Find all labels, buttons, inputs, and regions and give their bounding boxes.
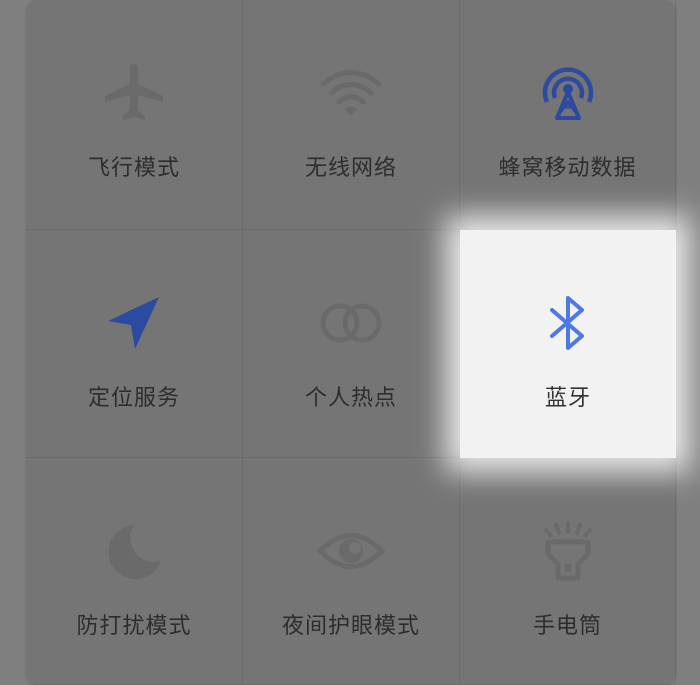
flashlight-toggle[interactable]: 手电筒	[460, 458, 676, 685]
cellular-data-toggle[interactable]: 蜂窝移动数据	[460, 0, 676, 230]
location-services-toggle[interactable]: 定位服务	[26, 230, 243, 458]
tile-label: 无线网络	[304, 156, 397, 181]
tile-label: 蓝牙	[544, 386, 591, 411]
toggle-grid: 飞行模式 无线网络 蜂窝移动数据 定位服务 个人热点 蓝牙 防打扰模式 夜间护眼…	[26, 0, 676, 685]
tile-label: 手电筒	[532, 614, 602, 639]
personal-hotspot-toggle[interactable]: 个人热点	[243, 230, 460, 458]
tile-label: 定位服务	[87, 386, 180, 411]
wifi-icon	[316, 62, 386, 124]
tile-label: 夜间护眼模式	[281, 614, 420, 639]
hotspot-link-icon	[316, 292, 386, 354]
do-not-disturb-toggle[interactable]: 防打扰模式	[26, 458, 243, 685]
moon-icon	[99, 520, 169, 582]
eye-icon	[316, 520, 386, 582]
airplane-mode-toggle[interactable]: 飞行模式	[26, 0, 243, 230]
bluetooth-icon	[533, 292, 603, 354]
flashlight-icon	[533, 520, 603, 582]
tile-label: 防打扰模式	[76, 614, 192, 639]
airplane-icon	[99, 62, 169, 124]
tile-label: 蜂窝移动数据	[498, 156, 637, 181]
location-arrow-icon	[99, 292, 169, 354]
wifi-toggle[interactable]: 无线网络	[243, 0, 460, 230]
cellular-tower-icon	[533, 62, 603, 124]
bluetooth-toggle[interactable]: 蓝牙	[460, 230, 676, 458]
night-eye-care-toggle[interactable]: 夜间护眼模式	[243, 458, 460, 685]
quick-settings-panel: 飞行模式 无线网络 蜂窝移动数据 定位服务 个人热点 蓝牙 防打扰模式 夜间护眼…	[26, 0, 676, 685]
tile-label: 个人热点	[304, 386, 397, 411]
tile-label: 飞行模式	[87, 156, 180, 181]
